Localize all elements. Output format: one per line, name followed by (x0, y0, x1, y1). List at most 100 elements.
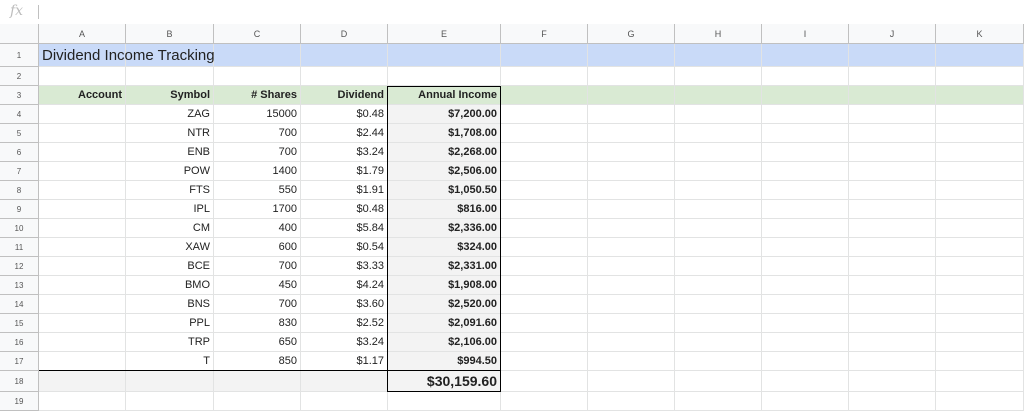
cell[interactable] (588, 371, 675, 392)
row-header-2[interactable]: 2 (0, 67, 39, 86)
cell[interactable] (388, 392, 501, 411)
cell[interactable] (501, 44, 588, 67)
cell[interactable] (936, 276, 1024, 295)
cell[interactable] (588, 352, 675, 371)
row-header-6[interactable]: 6 (0, 143, 39, 162)
cell[interactable] (849, 352, 936, 371)
cell[interactable] (39, 105, 126, 124)
cell[interactable] (849, 257, 936, 276)
cell[interactable] (675, 333, 762, 352)
cell[interactable] (501, 371, 588, 392)
cell[interactable] (39, 371, 126, 392)
row-header-1[interactable]: 1 (0, 44, 39, 67)
column-header-b[interactable]: B (126, 24, 214, 44)
cell[interactable] (762, 333, 849, 352)
cell[interactable] (501, 200, 588, 219)
cell[interactable] (849, 295, 936, 314)
cell[interactable] (126, 67, 214, 86)
cell[interactable] (39, 219, 126, 238)
cell[interactable] (849, 238, 936, 257)
cell[interactable] (675, 124, 762, 143)
cell[interactable] (936, 295, 1024, 314)
cell[interactable] (762, 238, 849, 257)
cell[interactable] (762, 200, 849, 219)
cell[interactable] (39, 314, 126, 333)
cell[interactable] (501, 238, 588, 257)
cell[interactable] (214, 371, 301, 392)
cell[interactable] (936, 143, 1024, 162)
cell[interactable] (849, 276, 936, 295)
column-header-f[interactable]: F (501, 24, 588, 44)
cell[interactable] (501, 276, 588, 295)
cell[interactable] (39, 200, 126, 219)
cell[interactable] (301, 67, 388, 86)
cell[interactable] (936, 181, 1024, 200)
cell[interactable] (849, 143, 936, 162)
cell[interactable] (39, 276, 126, 295)
cell[interactable] (936, 314, 1024, 333)
cell[interactable] (762, 162, 849, 181)
cell[interactable] (675, 371, 762, 392)
cell[interactable] (501, 257, 588, 276)
cell[interactable] (675, 314, 762, 333)
cell[interactable] (762, 124, 849, 143)
cell[interactable] (936, 219, 1024, 238)
cell[interactable] (501, 124, 588, 143)
cell[interactable] (936, 105, 1024, 124)
cell[interactable] (675, 181, 762, 200)
row-header-17[interactable]: 17 (0, 352, 39, 371)
cell[interactable] (675, 219, 762, 238)
cell[interactable] (675, 276, 762, 295)
cell[interactable] (849, 181, 936, 200)
cell[interactable] (936, 124, 1024, 143)
row-header-14[interactable]: 14 (0, 295, 39, 314)
row-header-19[interactable]: 19 (0, 392, 39, 411)
cell[interactable] (39, 143, 126, 162)
cell[interactable] (501, 162, 588, 181)
cell[interactable] (849, 392, 936, 411)
cell[interactable] (501, 143, 588, 162)
cell[interactable] (675, 44, 762, 67)
cell[interactable] (501, 105, 588, 124)
cell[interactable] (39, 67, 126, 86)
cell[interactable] (39, 124, 126, 143)
column-header-g[interactable]: G (588, 24, 675, 44)
cell[interactable] (588, 44, 675, 67)
row-header-5[interactable]: 5 (0, 124, 39, 143)
column-header-j[interactable]: J (849, 24, 936, 44)
cell[interactable] (849, 162, 936, 181)
cell[interactable] (936, 352, 1024, 371)
column-header-k[interactable]: K (936, 24, 1024, 44)
row-header-15[interactable]: 15 (0, 314, 39, 333)
cell[interactable] (588, 86, 675, 105)
row-header-16[interactable]: 16 (0, 333, 39, 352)
column-header-e[interactable]: E (388, 24, 501, 44)
cell[interactable] (675, 295, 762, 314)
cell[interactable] (762, 181, 849, 200)
formula-bar[interactable]: fx (0, 0, 1024, 25)
cell[interactable] (214, 392, 301, 411)
cell[interactable] (39, 352, 126, 371)
cell[interactable] (301, 371, 388, 392)
cell[interactable] (388, 67, 501, 86)
cell[interactable] (936, 333, 1024, 352)
cell[interactable] (675, 352, 762, 371)
cell[interactable] (588, 181, 675, 200)
cell[interactable] (39, 162, 126, 181)
cell[interactable] (588, 276, 675, 295)
cell[interactable] (849, 67, 936, 86)
cell[interactable] (501, 181, 588, 200)
cell[interactable] (588, 162, 675, 181)
cell[interactable] (588, 200, 675, 219)
row-header-7[interactable]: 7 (0, 162, 39, 181)
cell[interactable] (762, 371, 849, 392)
cell[interactable] (675, 392, 762, 411)
cell[interactable] (762, 67, 849, 86)
cell[interactable] (214, 67, 301, 86)
cell[interactable] (39, 257, 126, 276)
cell[interactable] (762, 86, 849, 105)
cell[interactable] (588, 143, 675, 162)
cell[interactable] (126, 392, 214, 411)
cell[interactable] (501, 219, 588, 238)
cell[interactable] (849, 124, 936, 143)
